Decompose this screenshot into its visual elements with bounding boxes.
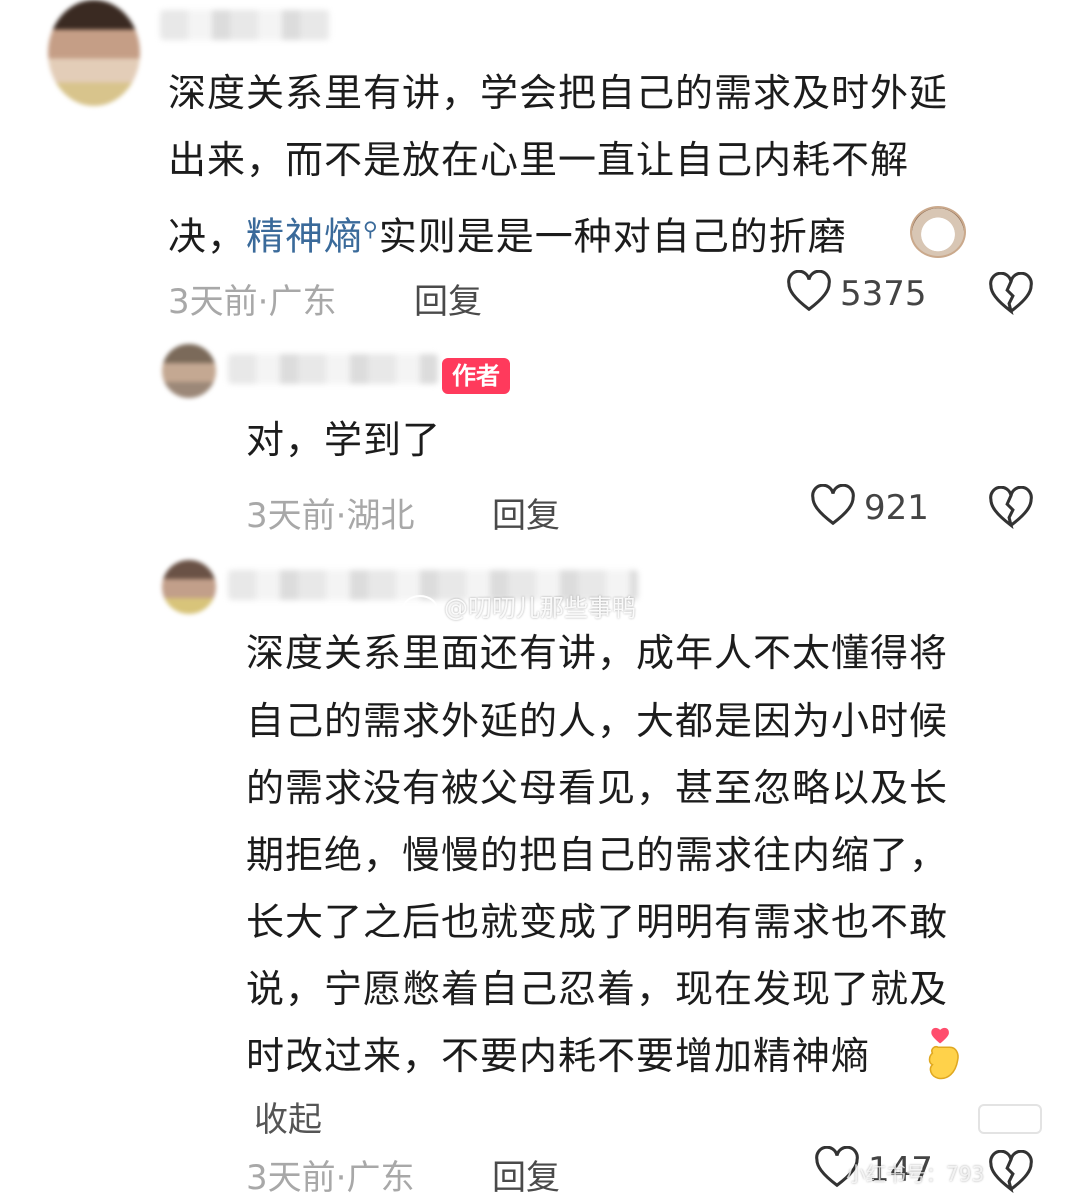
comment-time-location: 3天前·广东 bbox=[168, 282, 337, 322]
dislike-broken-heart-icon[interactable] bbox=[988, 486, 1034, 530]
finger-heart-emoji-icon bbox=[928, 1027, 959, 1080]
like-count: 5375 bbox=[840, 274, 927, 314]
comment-time-location: 3天前·湖北 bbox=[246, 496, 415, 536]
commenter-name[interactable] bbox=[160, 10, 330, 40]
weibo-logo-icon bbox=[402, 595, 438, 623]
reply-button[interactable]: 回复 bbox=[414, 274, 482, 323]
comment-text-line: 期拒绝，慢慢的把自己的需求往内缩了， bbox=[246, 833, 949, 877]
xiaohongshu-logo-icon bbox=[978, 1104, 1042, 1134]
comment-text: 对，学到了 bbox=[246, 418, 442, 462]
comment-text-line: 自己的需求外延的人，大都是因为小时候 bbox=[246, 699, 949, 743]
like-count: 921 bbox=[864, 488, 929, 528]
dislike-broken-heart-icon[interactable] bbox=[988, 272, 1034, 316]
xiaohongshu-watermark: 小红书号：793 bbox=[846, 1162, 985, 1186]
comment-text-segment: 决， bbox=[168, 214, 247, 259]
cat-emoji-icon bbox=[910, 206, 966, 258]
comment-text-line: 深度关系里面还有讲，成年人不太懂得将 bbox=[246, 631, 949, 675]
search-icon[interactable]: ⚲ bbox=[363, 217, 379, 241]
reply-button[interactable]: 回复 bbox=[492, 1150, 560, 1199]
comment-text-line: 长大了之后也就变成了明明有需求也不敢 bbox=[246, 900, 949, 944]
search-link[interactable]: 精神熵 bbox=[246, 215, 363, 259]
author-badge: 作者 bbox=[442, 358, 510, 394]
commenter-avatar[interactable] bbox=[162, 560, 216, 614]
commenter-name[interactable] bbox=[228, 354, 438, 384]
comment-text-line: 说，宁愿憋着自己忍着，现在发现了就及 bbox=[246, 967, 949, 1011]
like-heart-icon[interactable] bbox=[786, 270, 832, 314]
reply-button[interactable]: 回复 bbox=[492, 488, 560, 537]
commenter-avatar[interactable] bbox=[162, 344, 216, 398]
comment-text-segment: 实则是是一种对自己的折磨 bbox=[378, 214, 847, 259]
comment-text-line: 决，精神熵⚲实则是是一种对自己的折磨 bbox=[168, 196, 847, 271]
watermark-label: @叨叨儿那些事鸭 bbox=[444, 594, 636, 622]
watermark-text: @叨叨儿那些事鸭 bbox=[402, 588, 636, 623]
comment-time-location: 3天前·广东 bbox=[246, 1158, 415, 1198]
comment-text-line: 时改过来，不要内耗不要增加精神熵 bbox=[246, 1034, 871, 1078]
like-heart-icon[interactable] bbox=[810, 484, 856, 528]
dislike-broken-heart-icon[interactable] bbox=[988, 1150, 1034, 1194]
comment-text-line: 出来，而不是放在心里一直让自己内耗不解 bbox=[168, 138, 910, 182]
collapse-button[interactable]: 收起 bbox=[254, 1092, 322, 1141]
comment-text-line: 的需求没有被父母看见，甚至忽略以及长 bbox=[246, 766, 949, 810]
comment-text-line: 深度关系里有讲，学会把自己的需求及时外延 bbox=[168, 71, 949, 115]
commenter-avatar[interactable] bbox=[48, 0, 140, 106]
